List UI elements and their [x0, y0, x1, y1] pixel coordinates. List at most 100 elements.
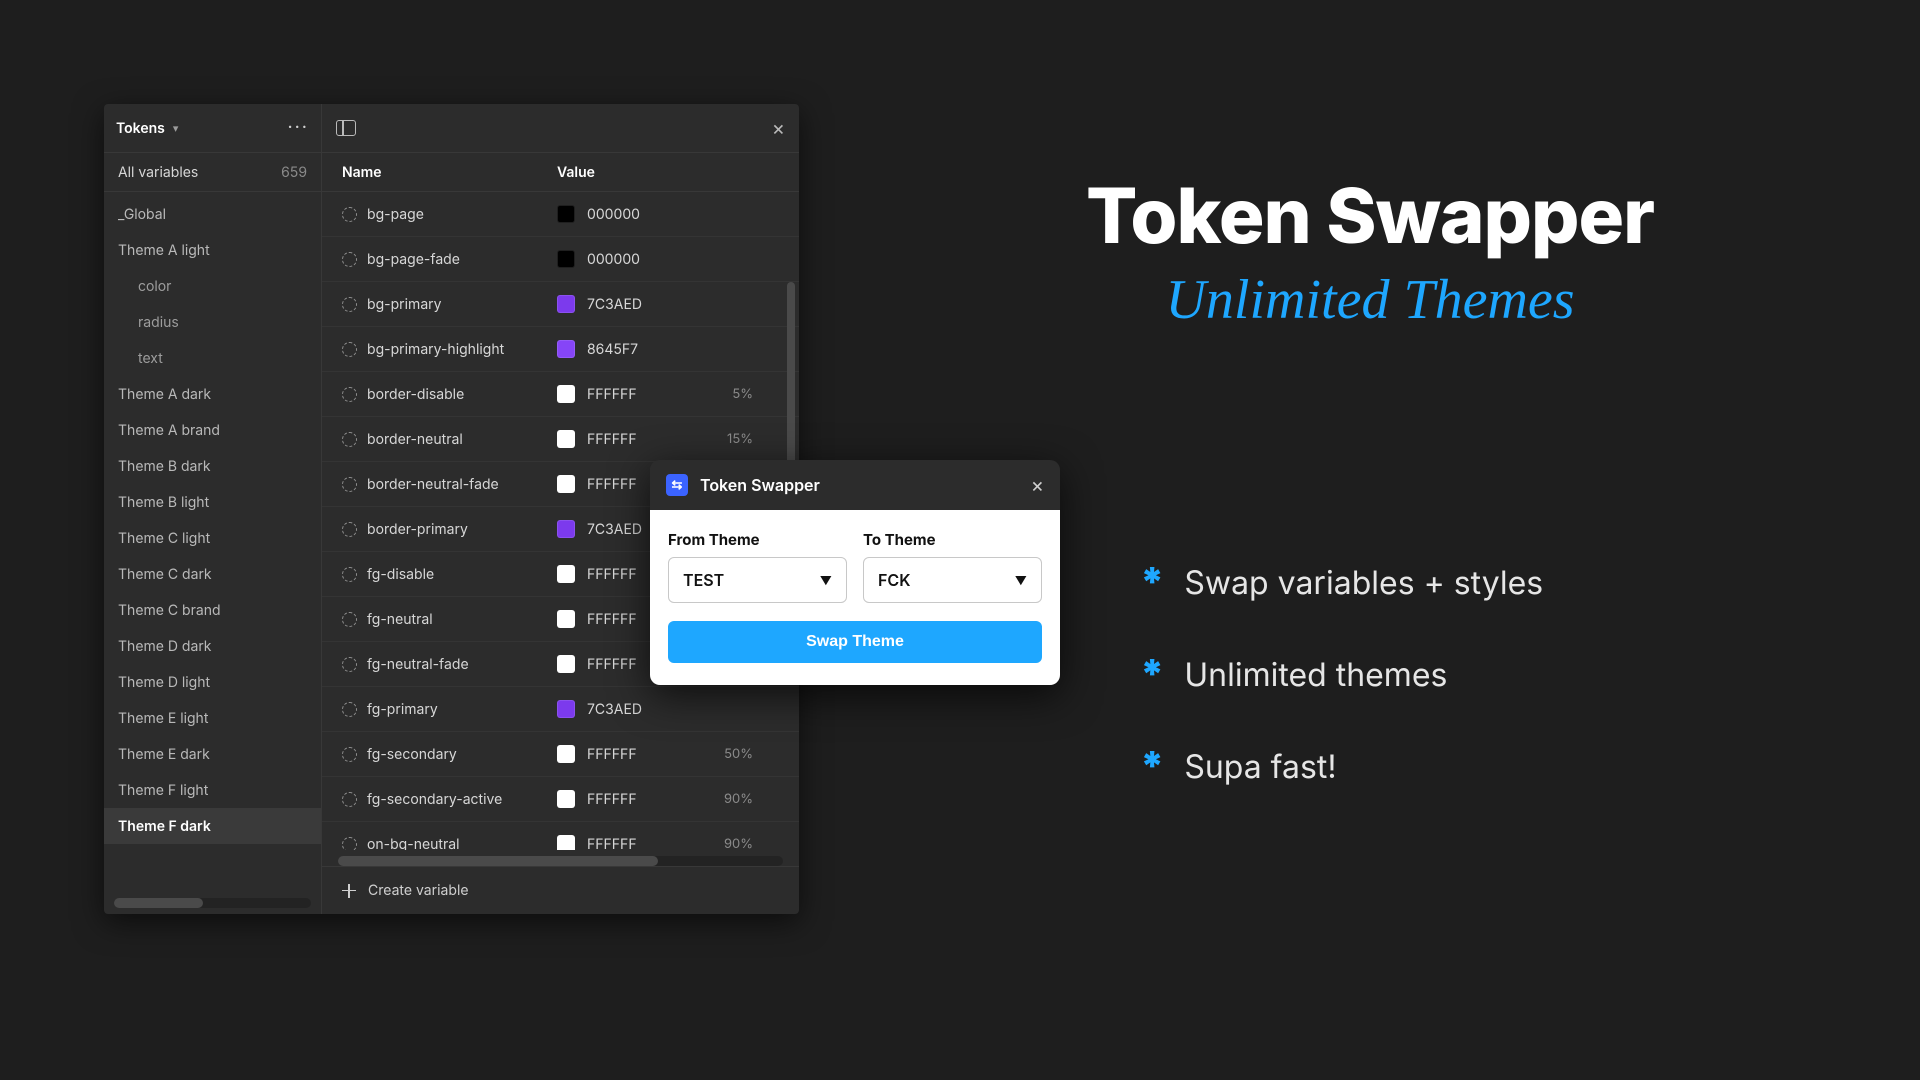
token-name: bg-page-fade [367, 251, 460, 268]
sidebar-all-variables[interactable]: All variables 659 [104, 152, 321, 192]
variable-type-icon [342, 522, 357, 537]
table-row[interactable]: fg-primary 7C3AED [322, 687, 799, 732]
swapper-title: Token Swapper [700, 475, 820, 495]
sidebar-item[interactable]: Theme F light [104, 772, 321, 808]
token-name: fg-secondary-active [367, 791, 502, 808]
token-hex: 7C3AED [587, 296, 642, 313]
sidebar-item[interactable]: _Global [104, 196, 321, 232]
sidebar-item[interactable]: Theme C light [104, 520, 321, 556]
token-name: bg-primary [367, 296, 442, 313]
table-row[interactable]: bg-page-fade 000000 [322, 237, 799, 282]
color-swatch [557, 475, 575, 493]
sidebar-item[interactable]: radius [104, 304, 321, 340]
col-header-name: Name [322, 164, 537, 181]
sidebar-item[interactable]: color [104, 268, 321, 304]
create-variable-label: Create variable [368, 882, 469, 899]
color-swatch [557, 385, 575, 403]
sidebar-item[interactable]: Theme E dark [104, 736, 321, 772]
marketing-bullets: *Swap variables + styles*Unlimited theme… [1140, 562, 1720, 786]
color-swatch [557, 565, 575, 583]
table-row[interactable]: bg-primary 7C3AED [322, 282, 799, 327]
token-name: border-disable [367, 386, 464, 403]
token-name: fg-neutral [367, 611, 433, 628]
sidebar-title[interactable]: Tokens [116, 120, 165, 137]
table-row[interactable]: on-bg-neutralFFFFFF90% [322, 822, 799, 850]
token-name: border-neutral [367, 431, 463, 448]
token-name: fg-primary [367, 701, 438, 718]
table-row[interactable]: fg-secondary-active FFFFFF 90% [322, 777, 799, 822]
variable-type-icon [342, 702, 357, 717]
token-hex: FFFFFF [587, 611, 637, 628]
token-hex: 8645F7 [587, 341, 638, 358]
sidebar-item[interactable]: text [104, 340, 321, 376]
sidebar-list: _GlobalTheme A lightcolorradiustextTheme… [104, 192, 321, 894]
sidebar-item[interactable]: Theme A dark [104, 376, 321, 412]
from-theme-select[interactable]: TEST ▼ [668, 557, 847, 603]
col-header-value: Value [537, 164, 799, 181]
create-variable-button[interactable]: Create variable [322, 866, 799, 914]
sidebar-item[interactable]: Theme E light [104, 700, 321, 736]
token-opacity: 90% [724, 791, 753, 807]
table-row[interactable]: border-disableFFFFFF5% [322, 372, 799, 417]
table-row[interactable]: bg-page 000000 [322, 192, 799, 237]
sidebar-item[interactable]: Theme A brand [104, 412, 321, 448]
sidebar-item[interactable]: Theme D light [104, 664, 321, 700]
variable-type-icon [342, 657, 357, 672]
sidebar-item[interactable]: Theme B light [104, 484, 321, 520]
panel-layout-icon[interactable] [336, 120, 356, 136]
variable-type-icon [342, 477, 357, 492]
variable-type-icon [342, 747, 357, 762]
swapper-header: ⇆ Token Swapper × [650, 460, 1060, 510]
sidebar-item[interactable]: Theme B dark [104, 448, 321, 484]
variable-type-icon [342, 297, 357, 312]
token-name: border-primary [367, 521, 468, 538]
bullet-item: * Swap variables + styles [1140, 562, 1720, 602]
marketing-subtitle: Unlimited Themes [1020, 268, 1720, 332]
variable-type-icon [342, 837, 357, 851]
table-row[interactable]: bg-primary-highlight8645F7 [322, 327, 799, 372]
to-theme-select[interactable]: FCK ▼ [863, 557, 1042, 603]
close-icon[interactable]: × [772, 118, 785, 138]
swap-theme-button[interactable]: Swap Theme [668, 621, 1042, 663]
color-swatch [557, 520, 575, 538]
token-hex: FFFFFF [587, 836, 637, 851]
token-name: fg-secondary [367, 746, 457, 763]
token-hex: 000000 [587, 251, 640, 268]
token-hex: 7C3AED [587, 701, 642, 718]
variable-type-icon [342, 342, 357, 357]
asterisk-icon: * [1140, 654, 1164, 694]
chevron-down-icon[interactable]: ▾ [173, 121, 179, 135]
color-swatch [557, 745, 575, 763]
sidebar-item[interactable]: Theme A light [104, 232, 321, 268]
variable-type-icon [342, 792, 357, 807]
token-hex: 000000 [587, 206, 640, 223]
variable-type-icon [342, 432, 357, 447]
table-row[interactable]: fg-secondaryFFFFFF50% [322, 732, 799, 777]
asterisk-icon: * [1140, 562, 1164, 602]
sidebar-item[interactable]: Theme C dark [104, 556, 321, 592]
marketing-block: Token Swapper Unlimited Themes * Swap var… [1020, 170, 1720, 838]
token-swapper-modal: ⇆ Token Swapper × From Theme TEST ▼ To T… [650, 460, 1060, 685]
marketing-title: Token Swapper [1020, 170, 1720, 262]
sidebar-item[interactable]: Theme F dark [104, 808, 321, 844]
color-swatch [557, 655, 575, 673]
more-icon[interactable]: ··· [287, 119, 309, 137]
tokens-sidebar: Tokens ▾ ··· All variables 659 _GlobalTh… [104, 104, 322, 914]
color-swatch [557, 430, 575, 448]
token-hex: 7C3AED [587, 521, 642, 538]
token-name: bg-page [367, 206, 424, 223]
sidebar-item[interactable]: Theme C brand [104, 592, 321, 628]
token-name: border-neutral-fade [367, 476, 499, 493]
color-swatch [557, 790, 575, 808]
bullet-text: Swap variables + styles [1184, 563, 1543, 602]
bullet-text: Supa fast! [1184, 747, 1336, 786]
sidebar-scrollbar[interactable] [114, 898, 311, 908]
sidebar-item[interactable]: Theme D dark [104, 628, 321, 664]
color-swatch [557, 340, 575, 358]
main-scrollbar[interactable] [338, 856, 783, 866]
table-row[interactable]: border-neutralFFFFFF15% [322, 417, 799, 462]
variable-type-icon [342, 612, 357, 627]
all-variables-count: 659 [281, 164, 307, 181]
bullet-item: *Supa fast! [1140, 746, 1720, 786]
token-hex: FFFFFF [587, 791, 637, 808]
